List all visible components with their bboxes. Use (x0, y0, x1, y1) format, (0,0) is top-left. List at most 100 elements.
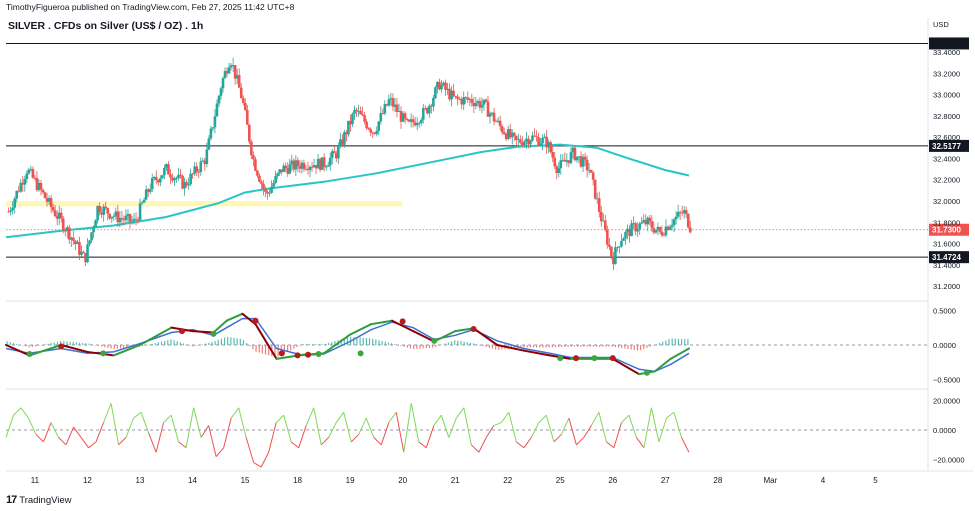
candle-body (138, 203, 142, 221)
histogram-bar (205, 343, 207, 345)
candle-body (187, 184, 190, 186)
histogram-bar (324, 343, 327, 345)
price-tick-label: 33.4000 (933, 48, 960, 57)
oscillator-2-segment (223, 418, 232, 448)
histogram-bar (290, 345, 292, 351)
candle-body (650, 221, 654, 228)
candle-body (387, 99, 391, 106)
histogram-bar (47, 343, 49, 345)
histogram-bar (523, 345, 525, 348)
candle-body (369, 129, 372, 133)
histogram-bar (160, 341, 163, 345)
time-tick-label: 27 (661, 476, 670, 485)
histogram-bar (56, 341, 59, 345)
signal-dot (431, 337, 438, 344)
candle-body (662, 235, 666, 236)
histogram-bar (249, 345, 251, 347)
candle-body (379, 113, 383, 122)
candle-body (124, 216, 128, 221)
oscillator-2-segment (673, 412, 682, 438)
candle-body (252, 155, 255, 160)
oscillator-tick-label: −0.5000 (933, 376, 960, 385)
histogram-bar (346, 337, 349, 345)
histogram-bar (66, 341, 68, 345)
oscillator-2-segment (433, 414, 442, 426)
oscillator-2-segment (283, 415, 292, 442)
histogram-bar (217, 339, 219, 345)
histogram-bar (438, 345, 440, 346)
fast-line-segment (412, 330, 436, 343)
oscillator-2-segment (110, 403, 120, 445)
histogram-bar (223, 337, 226, 345)
candle-body (363, 115, 366, 122)
histogram-bar (617, 345, 620, 348)
chart-canvas[interactable]: 32.517731.472431.7300 31.200031.400031.6… (0, 0, 975, 511)
oscillator-2-segment (43, 422, 52, 443)
candle-body (264, 188, 267, 192)
oscillator-2-segment (621, 414, 630, 423)
histogram-bar (595, 345, 598, 347)
histogram-bar (119, 345, 122, 349)
histogram-bar (208, 342, 210, 345)
histogram-bar (151, 343, 153, 345)
signal-dot (58, 343, 65, 350)
candle-body (660, 231, 664, 236)
time-axis[interactable]: 11 12 13 14 15 18 19 20 21 22 25 26 27 28 Mar 4 5 (31, 476, 878, 485)
histogram-bar (406, 345, 408, 348)
histogram-bar (551, 345, 553, 348)
candle-body (207, 138, 211, 150)
candle-body (112, 216, 116, 218)
candle-body (241, 98, 245, 103)
histogram-bar (214, 341, 216, 345)
histogram-bar (148, 344, 150, 346)
histogram-bar (372, 338, 374, 345)
histogram-bar (413, 345, 415, 350)
histogram-bar (296, 345, 298, 348)
histogram-bar (94, 345, 96, 346)
histogram-bar (573, 345, 576, 347)
candle-body (213, 116, 217, 128)
histogram-bar (195, 345, 197, 346)
price-tick-label: 33.2000 (933, 69, 960, 78)
oscillator-2-segment (118, 437, 127, 446)
histogram-bar (466, 342, 468, 345)
oscillator-2-segment (576, 437, 585, 446)
oscillator-2-segment (58, 437, 67, 446)
candle-body (72, 237, 75, 241)
candle-body (167, 164, 170, 175)
candle-body (328, 157, 332, 166)
histogram-bar (652, 345, 654, 346)
signal-dot (278, 350, 285, 357)
oscillator-2-segment (598, 412, 607, 442)
oscillator-2-segment (343, 412, 352, 442)
histogram-bar (113, 345, 115, 350)
candle-body (591, 172, 595, 180)
candle-body (90, 232, 93, 241)
candle-body (553, 157, 557, 167)
candle-body (411, 119, 415, 123)
candle-body (169, 174, 172, 178)
candle-body (488, 113, 492, 117)
histogram-bar (472, 343, 475, 345)
oscillator-2-segment (5, 415, 14, 438)
oscillator-2-segment (73, 426, 82, 438)
histogram-bar (230, 337, 232, 345)
oscillator-2-segment (193, 407, 202, 438)
footer-brand: 17 TradingView (6, 494, 72, 506)
candle-body (92, 227, 95, 233)
oscillator-2-segment (28, 417, 37, 435)
oscillator-2-segment (530, 422, 540, 438)
histogram-bar (277, 345, 279, 357)
histogram-bar (359, 337, 361, 345)
candle-body (569, 152, 573, 164)
histogram-bar (681, 338, 683, 345)
oscillator-2-segment (455, 407, 465, 419)
oscillator-2-segment (230, 407, 240, 419)
oscillator-2-segment (358, 417, 367, 435)
histogram-bar (668, 339, 670, 345)
candle-body (104, 206, 108, 209)
support-zone (6, 201, 403, 207)
candle-body (610, 246, 613, 257)
candle-body (434, 87, 437, 98)
candle-body (274, 175, 277, 183)
